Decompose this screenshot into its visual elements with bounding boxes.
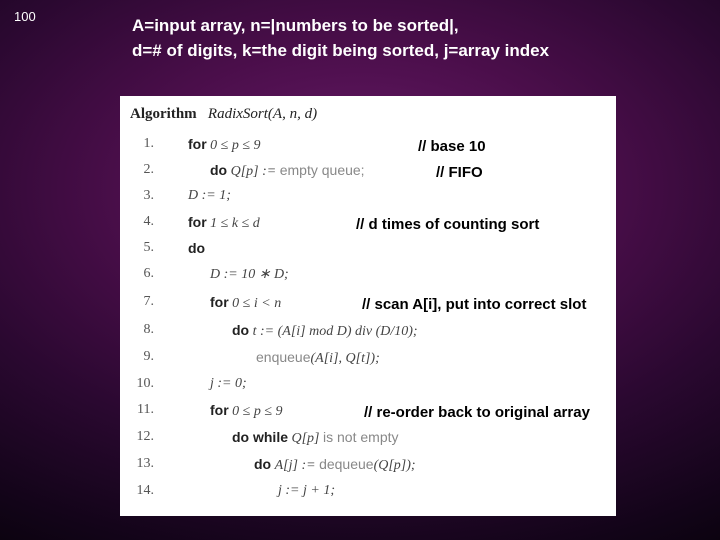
text: is not empty: [323, 429, 398, 445]
kw-for: for: [210, 402, 229, 418]
code-line-4: 4. for 1 ≤ k ≤ d: [126, 214, 610, 240]
line-number: 10.: [126, 376, 154, 392]
line-number: 11.: [126, 402, 154, 418]
line-number: 14.: [126, 483, 154, 499]
math: 0 ≤ p ≤ 9: [210, 138, 260, 153]
math: Q[p] :=: [231, 164, 277, 179]
algorithm-args: (A, n, d): [268, 106, 317, 122]
algorithm-title: Algorithm RadixSort(A, n, d): [130, 106, 317, 123]
math: j := 0;: [210, 376, 247, 391]
algorithm-name: RadixSort: [208, 106, 268, 122]
line-number: 12.: [126, 429, 154, 445]
header-text: A=input array, n=|numbers to be sorted|,…: [132, 14, 680, 63]
code-line-14: 14. j := j + 1;: [126, 483, 610, 509]
text: empty queue;: [280, 162, 365, 178]
slide: 100 A=input array, n=|numbers to be sort…: [0, 0, 720, 540]
code-line-3: 3. D := 1;: [126, 188, 610, 214]
math: j := j + 1;: [278, 483, 335, 498]
line-number: 9.: [126, 349, 154, 365]
code-line-5: 5. do: [126, 240, 610, 266]
kw-do: do: [210, 162, 227, 178]
math: Q[p]: [292, 431, 320, 446]
line-number: 3.: [126, 188, 154, 204]
kw-for: for: [188, 214, 207, 230]
code-line-6: 6. D := 10 ∗ D;: [126, 266, 610, 292]
kw-do: do: [232, 322, 249, 338]
algorithm-keyword: Algorithm: [130, 106, 197, 122]
kw-for: for: [210, 294, 229, 310]
math: D := 1;: [188, 188, 231, 203]
line-number: 13.: [126, 456, 154, 472]
kw-do-while: do while: [232, 429, 288, 445]
code-line-2: 2. do Q[p] := empty queue;: [126, 162, 610, 188]
code-line-12: 12. do while Q[p] is not empty: [126, 429, 610, 455]
code-line-7: 7. for 0 ≤ i < n: [126, 294, 610, 320]
math: 0 ≤ i < n: [232, 296, 281, 311]
math: t := (A[i] mod D) div (D/10);: [253, 324, 418, 339]
math: (A[i], Q[t]);: [311, 351, 380, 366]
math: 1 ≤ k ≤ d: [210, 216, 260, 231]
algorithm-body: Algorithm RadixSort(A, n, d) // base 10 …: [120, 96, 616, 516]
line-number: 4.: [126, 214, 154, 230]
line-number: 1.: [126, 136, 154, 152]
line-number: 2.: [126, 162, 154, 178]
code-line-9: 9. enqueue(A[i], Q[t]);: [126, 349, 610, 375]
text: enqueue: [256, 349, 311, 365]
header-line-1: A=input array, n=|numbers to be sorted|,: [132, 14, 680, 39]
line-number: 5.: [126, 240, 154, 256]
math: (Q[p]);: [374, 458, 416, 473]
line-number: 6.: [126, 266, 154, 282]
code-line-13: 13. do A[j] := dequeue(Q[p]);: [126, 456, 610, 482]
kw-do: do: [254, 456, 271, 472]
slide-number: 100: [14, 10, 36, 23]
code-line-1: 1. for 0 ≤ p ≤ 9: [126, 136, 610, 162]
math: 0 ≤ p ≤ 9: [232, 404, 282, 419]
line-number: 7.: [126, 294, 154, 310]
code-line-10: 10. j := 0;: [126, 376, 610, 402]
text: dequeue: [319, 456, 374, 472]
algorithm-panel: Algorithm RadixSort(A, n, d) // base 10 …: [120, 96, 616, 516]
line-number: 8.: [126, 322, 154, 338]
math: A[j] :=: [275, 458, 316, 473]
math: D := 10 ∗ D;: [210, 267, 289, 282]
code-line-11: 11. for 0 ≤ p ≤ 9: [126, 402, 610, 428]
kw-do: do: [188, 240, 205, 256]
header-line-2: d=# of digits, k=the digit being sorted,…: [132, 39, 680, 64]
kw-for: for: [188, 136, 207, 152]
code-line-8: 8. do t := (A[i] mod D) div (D/10);: [126, 322, 610, 348]
